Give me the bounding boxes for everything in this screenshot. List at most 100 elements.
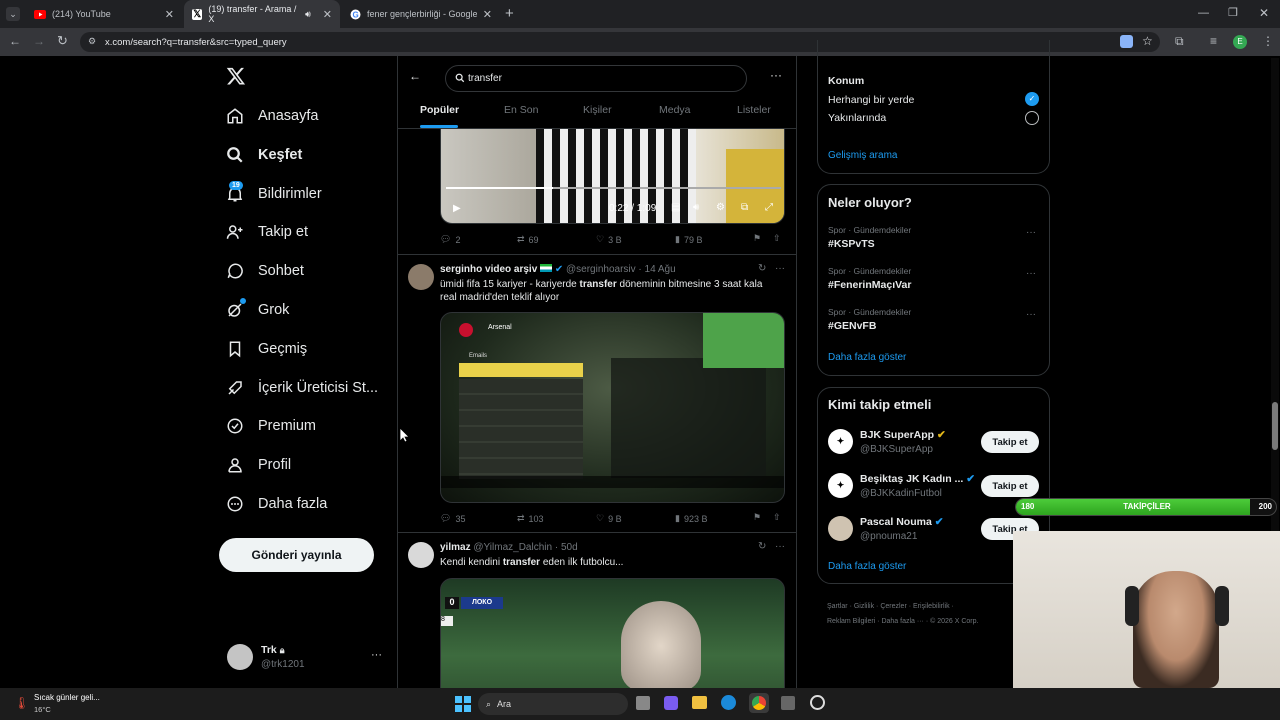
volume-icon[interactable]: 🔊︎ <box>693 202 699 213</box>
restore-button[interactable]: ❐ <box>1228 6 1238 19</box>
translate-icon[interactable] <box>1120 35 1133 48</box>
store-icon[interactable] <box>781 696 795 710</box>
site-info-icon[interactable]: ⚙︎ <box>88 36 96 47</box>
x-logo[interactable] <box>226 66 246 86</box>
like-button[interactable]: ♡ 9 B <box>596 513 622 524</box>
nav-follow[interactable]: Takip et <box>226 217 308 247</box>
fullscreen-icon[interactable]: ⤢ <box>765 202 773 213</box>
chrome-icon[interactable] <box>752 696 766 710</box>
follow-suggestion[interactable]: ✦ BJK SuperApp ✔︎ @BJKSuperApp Takip et <box>818 426 1049 464</box>
more-icon[interactable]: ··· <box>770 68 782 82</box>
close-icon[interactable]: ✕ <box>483 8 492 21</box>
taskbar-search[interactable]: ⌕ Ara <box>478 693 628 715</box>
nav-explore[interactable]: Keşfet <box>226 140 302 170</box>
reply-button[interactable]: 💬︎ 35 <box>440 513 465 524</box>
reading-list-icon[interactable]: ≡ <box>1210 34 1217 48</box>
tab-media[interactable]: Medya <box>659 104 691 116</box>
footer-link[interactable]: Reklam Bilgileri <box>827 618 875 625</box>
nav-bookmarks[interactable]: Geçmiş <box>226 334 307 364</box>
more-icon[interactable]: ··· <box>1026 268 1036 279</box>
nav-creator-studio[interactable]: İçerik Üreticisi St... <box>226 373 378 403</box>
back-icon[interactable]: ← <box>9 34 21 48</box>
location-anywhere-radio[interactable]: ✓ <box>1025 92 1039 106</box>
settings-icon[interactable]: ⚙︎ <box>716 202 725 213</box>
trend-item[interactable]: Spor · Gündemdekiler #FenerinMaçıVar ··· <box>818 264 1049 300</box>
profile-avatar[interactable]: E <box>1233 35 1247 49</box>
scrollbar-thumb[interactable] <box>1272 402 1278 450</box>
tweet-video[interactable]: 0 ЛОКО 8 <box>440 578 785 688</box>
more-icon[interactable]: ··· <box>775 263 785 274</box>
grok-explain-icon[interactable]: ↻ <box>758 541 766 552</box>
edge-icon[interactable] <box>721 695 736 710</box>
like-button[interactable]: ♡ 3 B <box>596 234 622 245</box>
play-icon[interactable]: ▶ <box>453 203 461 214</box>
more-icon[interactable]: ··· <box>1026 227 1036 238</box>
account-switcher[interactable]: Trk 🔒︎ @trk1201 ··· <box>219 637 389 677</box>
task-view-icon[interactable] <box>636 696 650 710</box>
nav-profile[interactable]: Profil <box>226 450 291 480</box>
footer-link[interactable]: Erişilebilirlik <box>913 603 950 610</box>
share-button[interactable]: ⇧ <box>773 233 781 244</box>
footer-link[interactable]: Gizlilik <box>854 603 874 610</box>
star-icon[interactable]: ☆ <box>1142 34 1153 48</box>
close-icon[interactable]: ✕ <box>165 8 174 21</box>
avatar[interactable] <box>408 542 434 568</box>
tweet-image[interactable]: Arsenal Emails <box>440 312 785 503</box>
tab-search-button[interactable]: ⌄ <box>6 7 20 21</box>
audio-icon[interactable]: 🔊︎ <box>305 9 311 20</box>
reply-button[interactable]: 💬︎ 2 <box>440 234 460 245</box>
tab-latest[interactable]: En Son <box>504 104 538 116</box>
nav-chat[interactable]: Sohbet <box>226 256 304 286</box>
nav-home[interactable]: Anasayfa <box>226 101 318 131</box>
new-tab-button[interactable]: + <box>505 5 514 22</box>
views-button[interactable]: ▮ 79 B <box>675 234 702 245</box>
nav-grok[interactable]: Grok <box>226 295 289 325</box>
post-button[interactable]: Gönderi yayınla <box>219 538 374 572</box>
trend-item[interactable]: Spor · Gündemdekiler #KSPvTS ··· <box>818 223 1049 259</box>
bookmark-button[interactable]: ⚑ <box>753 233 761 244</box>
more-icon[interactable]: ··· <box>1026 309 1036 320</box>
reload-icon[interactable]: ↻ <box>57 33 68 49</box>
app-icon[interactable] <box>810 695 825 710</box>
more-icon[interactable]: ··· <box>371 649 382 661</box>
captions-icon[interactable]: ▤ <box>671 202 680 213</box>
location-nearby-radio[interactable] <box>1025 111 1039 125</box>
footer-link[interactable]: Şartlar <box>827 603 848 610</box>
views-button[interactable]: ▮ 923 B <box>675 513 707 524</box>
follow-suggestion[interactable]: ✦ Beşiktaş JK Kadın ... ✔︎ @BJKKadinFutb… <box>818 470 1049 508</box>
nav-notifications[interactable]: 19 Bildirimler <box>226 179 322 209</box>
tab-x-search[interactable]: 𝕏 (19) transfer - Arama / X 🔊︎ ✕ <box>184 0 340 28</box>
extensions-icon[interactable]: ⧉ <box>1175 34 1184 49</box>
advanced-search-link[interactable]: Gelişmiş arama <box>828 150 897 161</box>
tab-popular[interactable]: Popüler <box>420 104 459 116</box>
back-arrow-icon[interactable]: ← <box>409 69 421 83</box>
tweet-video[interactable]: ▶ 0:22 / 1:09 ▤ 🔊︎ ⚙︎ ⧉ ⤢ <box>440 129 785 224</box>
menu-icon[interactable]: ⋮ <box>1262 34 1274 48</box>
footer-link[interactable]: Daha fazla ··· <box>881 618 923 625</box>
repost-button[interactable]: ⇄ 103 <box>517 513 544 524</box>
start-icon[interactable] <box>455 696 471 712</box>
footer-link[interactable]: Çerezler <box>880 603 906 610</box>
tab-google[interactable]: G fener gençlerbirliği - Google'da ✕ <box>342 0 500 28</box>
bookmark-button[interactable]: ⚑ <box>753 512 761 523</box>
pip-icon[interactable]: ⧉ <box>741 202 748 213</box>
nav-more[interactable]: Daha fazla <box>226 489 327 519</box>
repost-button[interactable]: ⇄ 69 <box>517 234 539 245</box>
show-more-link[interactable]: Daha fazla göster <box>828 561 906 572</box>
search-input[interactable]: transfer <box>445 65 747 92</box>
avatar[interactable] <box>408 264 434 290</box>
tab-people[interactable]: Kişiler <box>583 104 612 116</box>
more-icon[interactable]: ··· <box>775 541 785 552</box>
close-icon[interactable]: ✕ <box>323 8 332 21</box>
m365-icon[interactable] <box>664 696 678 710</box>
grok-explain-icon[interactable]: ↻ <box>758 263 766 274</box>
minimize-button[interactable]: — <box>1198 7 1209 19</box>
follow-button[interactable]: Takip et <box>981 431 1039 453</box>
tab-lists[interactable]: Listeler <box>737 104 771 116</box>
tab-youtube[interactable]: (214) YouTube ✕ <box>26 0 182 28</box>
tweet[interactable]: serginho video arşiv ✔︎ @serginhoarsiv ·… <box>398 255 796 531</box>
share-button[interactable]: ⇧ <box>773 512 781 523</box>
show-more-link[interactable]: Daha fazla göster <box>828 352 906 363</box>
tweet[interactable]: yilmaz @Yilmaz_Dalchin · 50d ↻ ··· Kendi… <box>398 533 796 688</box>
window-close-button[interactable]: ✕ <box>1259 6 1269 20</box>
